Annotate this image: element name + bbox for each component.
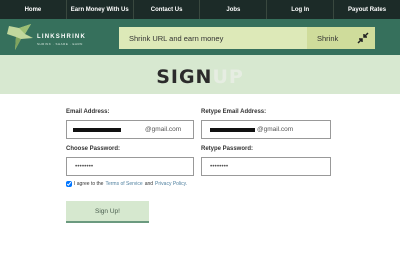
nav-jobs[interactable]: Jobs xyxy=(200,0,268,19)
nav-contact[interactable]: Contact Us xyxy=(134,0,201,19)
retype-email-label: Retype Email Address: xyxy=(201,109,267,115)
agree-and: and xyxy=(144,181,154,187)
bird-logo-icon xyxy=(7,24,33,50)
retype-password-label: Retype Password: xyxy=(201,146,254,152)
title-up: UP xyxy=(212,66,244,88)
shrink-button-label: Shrink xyxy=(317,33,339,43)
compress-arrows-icon xyxy=(355,30,371,46)
shrink-url-box: Shrink xyxy=(119,27,375,49)
title-sign: SIGN xyxy=(156,66,213,88)
redaction-mark xyxy=(73,128,121,132)
terms-agreement: I agree to the Terms of Service and Priv… xyxy=(66,181,189,187)
password-field[interactable] xyxy=(66,157,194,176)
signup-button[interactable]: Sign Up! xyxy=(66,201,149,223)
nav-home[interactable]: Home xyxy=(0,0,67,19)
retype-password-field[interactable] xyxy=(201,157,331,176)
password-label: Choose Password: xyxy=(66,146,121,152)
signup-title-band: SIGNUP xyxy=(0,55,400,94)
shrink-button[interactable]: Shrink xyxy=(307,27,375,49)
top-nav: Home Earn Money With Us Contact Us Jobs … xyxy=(0,0,400,19)
site-logo[interactable]: LINKSHRINK SHRINK · SHARE · EARN xyxy=(5,22,85,53)
nav-payout-rates[interactable]: Payout Rates xyxy=(334,0,400,19)
logo-tagline: SHRINK · SHARE · EARN xyxy=(37,42,83,46)
nav-earn-money[interactable]: Earn Money With Us xyxy=(67,0,134,19)
terms-checkbox[interactable] xyxy=(66,181,72,187)
redaction-mark xyxy=(210,128,255,132)
logo-wordmark: LINKSHRINK xyxy=(37,34,86,40)
terms-of-service-link[interactable]: Terms of Service xyxy=(105,181,142,187)
privacy-policy-link[interactable]: Privacy Policy. xyxy=(155,181,187,187)
agree-prefix: I agree to the xyxy=(74,181,104,187)
email-label: Email Address: xyxy=(66,109,110,115)
page-title: SIGNUP xyxy=(0,66,400,88)
nav-login[interactable]: Log In xyxy=(267,0,335,19)
